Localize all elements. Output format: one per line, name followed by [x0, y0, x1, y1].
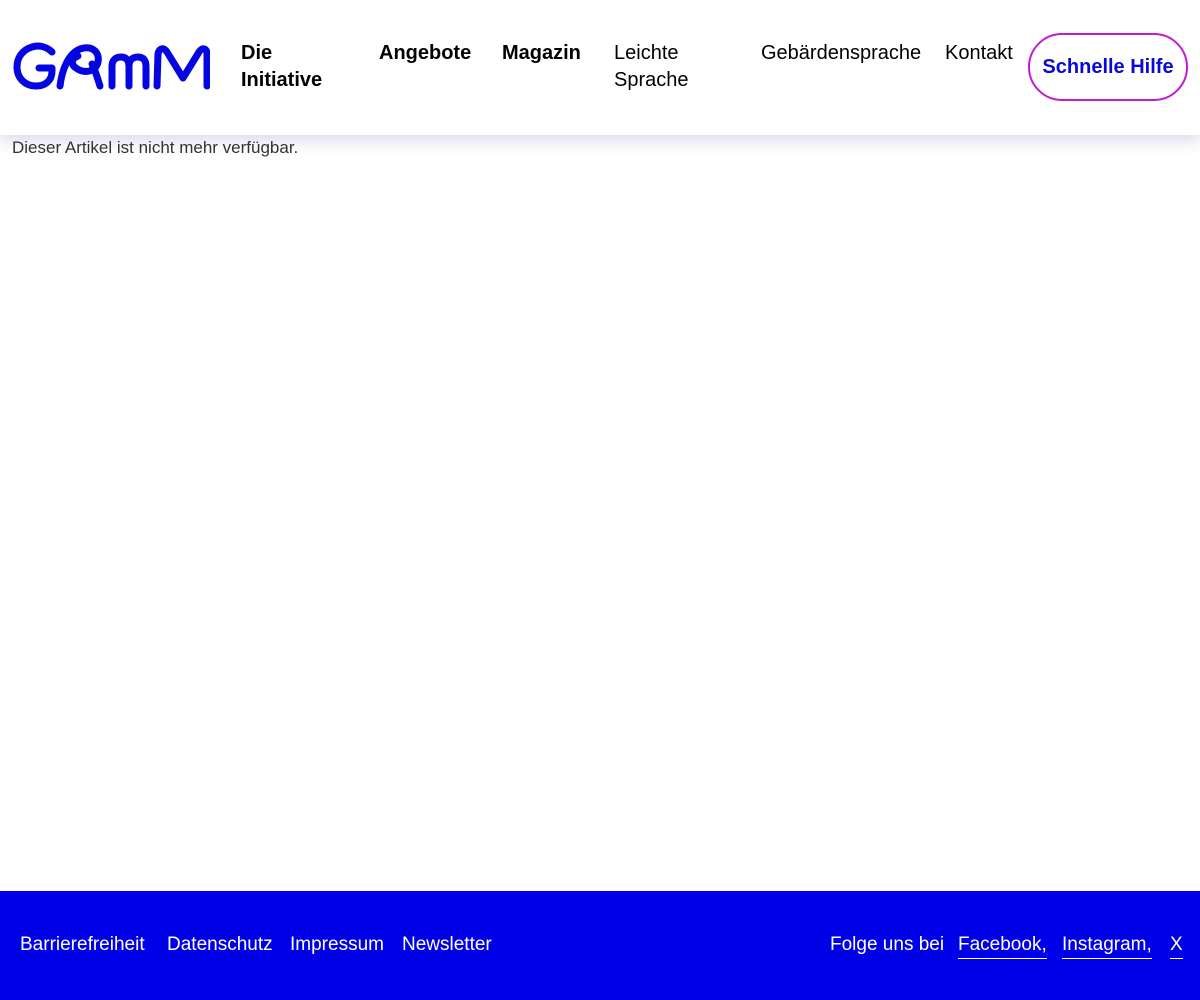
main-content: Dieser Artikel ist nicht mehr verfügbar. — [12, 137, 298, 159]
social-link-instagram[interactable]: Instagram, — [1062, 933, 1152, 959]
quick-help-button[interactable]: Schnelle Hilfe — [1028, 33, 1188, 101]
gamm-logo[interactable] — [12, 40, 210, 92]
nav-item-leichte-sprache[interactable]: Leichte Sprache — [614, 40, 714, 94]
follow-us-label: Folge uns bei — [830, 934, 945, 955]
nav-item-kontakt[interactable]: Kontakt — [945, 40, 1025, 67]
site-footer: Barrierefreiheit Datenschutz Impressum N… — [0, 891, 1200, 1000]
footer-link-barrierefreiheit[interactable]: Barrierefreiheit — [20, 933, 145, 957]
footer-link-impressum[interactable]: Impressum — [290, 933, 384, 957]
social-link-facebook[interactable]: Facebook, — [958, 933, 1047, 959]
footer-link-datenschutz[interactable]: Datenschutz — [167, 933, 273, 957]
gamm-logo-icon — [13, 42, 210, 90]
nav-item-die-initiative[interactable]: Die Initiative — [241, 40, 351, 94]
article-unavailable-notice: Dieser Artikel ist nicht mehr verfügbar. — [12, 138, 299, 157]
nav-item-gebaerdensprache[interactable]: Gebärdensprache — [761, 40, 931, 67]
site-header: Die Initiative Angebote Magazin Leichte … — [0, 0, 1200, 135]
nav-item-angebote[interactable]: Angebote — [379, 40, 489, 67]
nav-item-magazin[interactable]: Magazin — [502, 40, 602, 67]
footer-link-newsletter[interactable]: Newsletter — [402, 933, 492, 957]
social-link-x[interactable]: X — [1170, 933, 1183, 959]
